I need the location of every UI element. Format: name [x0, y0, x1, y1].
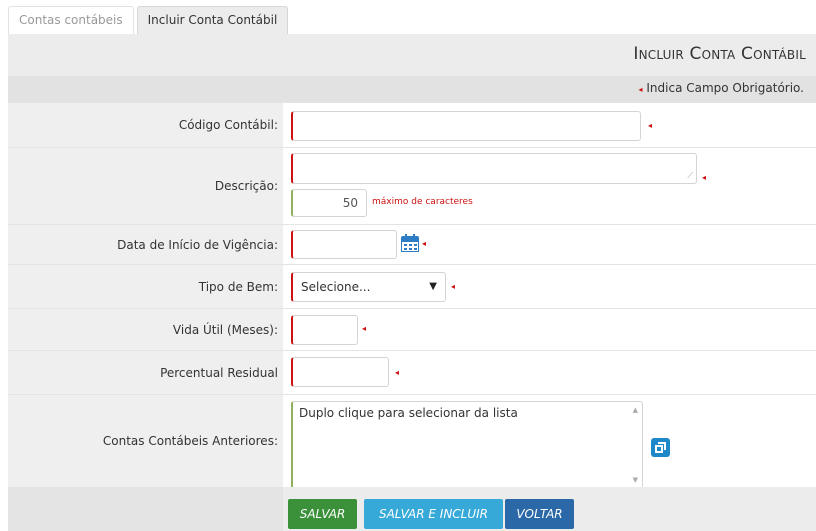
label-tipo-bem: Tipo de Bem: — [8, 265, 283, 308]
label-data-inicio: Data de Início de Vigência: — [8, 225, 283, 264]
data-inicio-input[interactable] — [291, 230, 397, 259]
required-marker-icon: ◂ — [362, 324, 367, 333]
row-contas-anteriores: Contas Contábeis Anteriores: Duplo cliqu… — [8, 394, 816, 489]
page-title: Incluir Conta Contábil — [633, 44, 806, 64]
resize-handle-icon[interactable]: ⟋ — [687, 171, 693, 181]
required-note: Indica Campo Obrigatório. — [646, 81, 804, 95]
salvar-button[interactable]: SALVAR — [288, 499, 357, 529]
calendar-icon[interactable] — [401, 234, 419, 252]
label-descricao: Descrição: — [8, 148, 283, 224]
tipo-bem-select[interactable]: Selecione... ▼ — [291, 272, 446, 302]
tipo-bem-selected-value: Selecione... — [301, 280, 371, 294]
label-contas-anteriores: Contas Contábeis Anteriores: — [8, 395, 283, 487]
percentual-residual-input[interactable] — [291, 357, 389, 387]
required-marker-icon: ◂ — [638, 85, 643, 94]
required-legend: ◂ Indica Campo Obrigatório. — [8, 76, 816, 102]
voltar-button[interactable]: VOLTAR — [505, 499, 574, 529]
scroll-down-icon[interactable]: ▼ — [633, 476, 638, 484]
row-percentual-residual: Percentual Residual ◂ — [8, 350, 816, 394]
caret-down-icon: ▼ — [429, 281, 437, 292]
row-codigo-contabil: Código Contábil: ◂ — [8, 102, 816, 147]
vida-util-input[interactable] — [291, 315, 358, 345]
row-tipo-bem: Tipo de Bem: Selecione... ▼ ◂ — [8, 264, 816, 308]
contas-anteriores-placeholder: Duplo clique para selecionar da lista — [299, 406, 518, 420]
required-marker-icon: ◂ — [451, 282, 456, 291]
row-data-inicio: Data de Início de Vigência: ◂ — [8, 224, 816, 264]
required-marker-icon: ◂ — [702, 173, 707, 182]
descricao-char-counter: 50 — [291, 189, 367, 217]
scroll-up-icon[interactable]: ▲ — [633, 406, 638, 414]
tab-bar: Contas contábeis Incluir Conta Contábil — [8, 6, 291, 34]
page-header: Incluir Conta Contábil — [8, 34, 816, 76]
contas-anteriores-list[interactable]: Duplo clique para selecionar da lista ▲ … — [291, 401, 643, 489]
salvar-e-incluir-button[interactable]: SALVAR E INCLUIR — [364, 499, 503, 529]
required-marker-icon: ◂ — [395, 368, 400, 377]
descricao-counter-note: máximo de caracteres — [372, 197, 473, 207]
label-percentual-residual: Percentual Residual — [8, 351, 283, 394]
tab-incluir-conta-contabil[interactable]: Incluir Conta Contábil — [136, 6, 289, 34]
required-marker-icon: ◂ — [422, 239, 427, 248]
form-actions: SALVAR SALVAR E INCLUIR VOLTAR — [8, 487, 816, 531]
copy-icon[interactable] — [651, 438, 670, 457]
tab-contas-contabeis[interactable]: Contas contábeis — [8, 6, 134, 34]
row-vida-util: Vida Útil (Meses): ◂ — [8, 308, 816, 350]
label-codigo-contabil: Código Contábil: — [8, 103, 283, 147]
label-vida-util: Vida Útil (Meses): — [8, 309, 283, 350]
required-marker-icon: ◂ — [648, 121, 653, 130]
row-descricao: Descrição: ⟋ ◂ 50 máximo de caracteres — [8, 147, 816, 224]
codigo-contabil-input[interactable] — [291, 111, 641, 141]
descricao-textarea[interactable]: ⟋ — [291, 153, 697, 184]
